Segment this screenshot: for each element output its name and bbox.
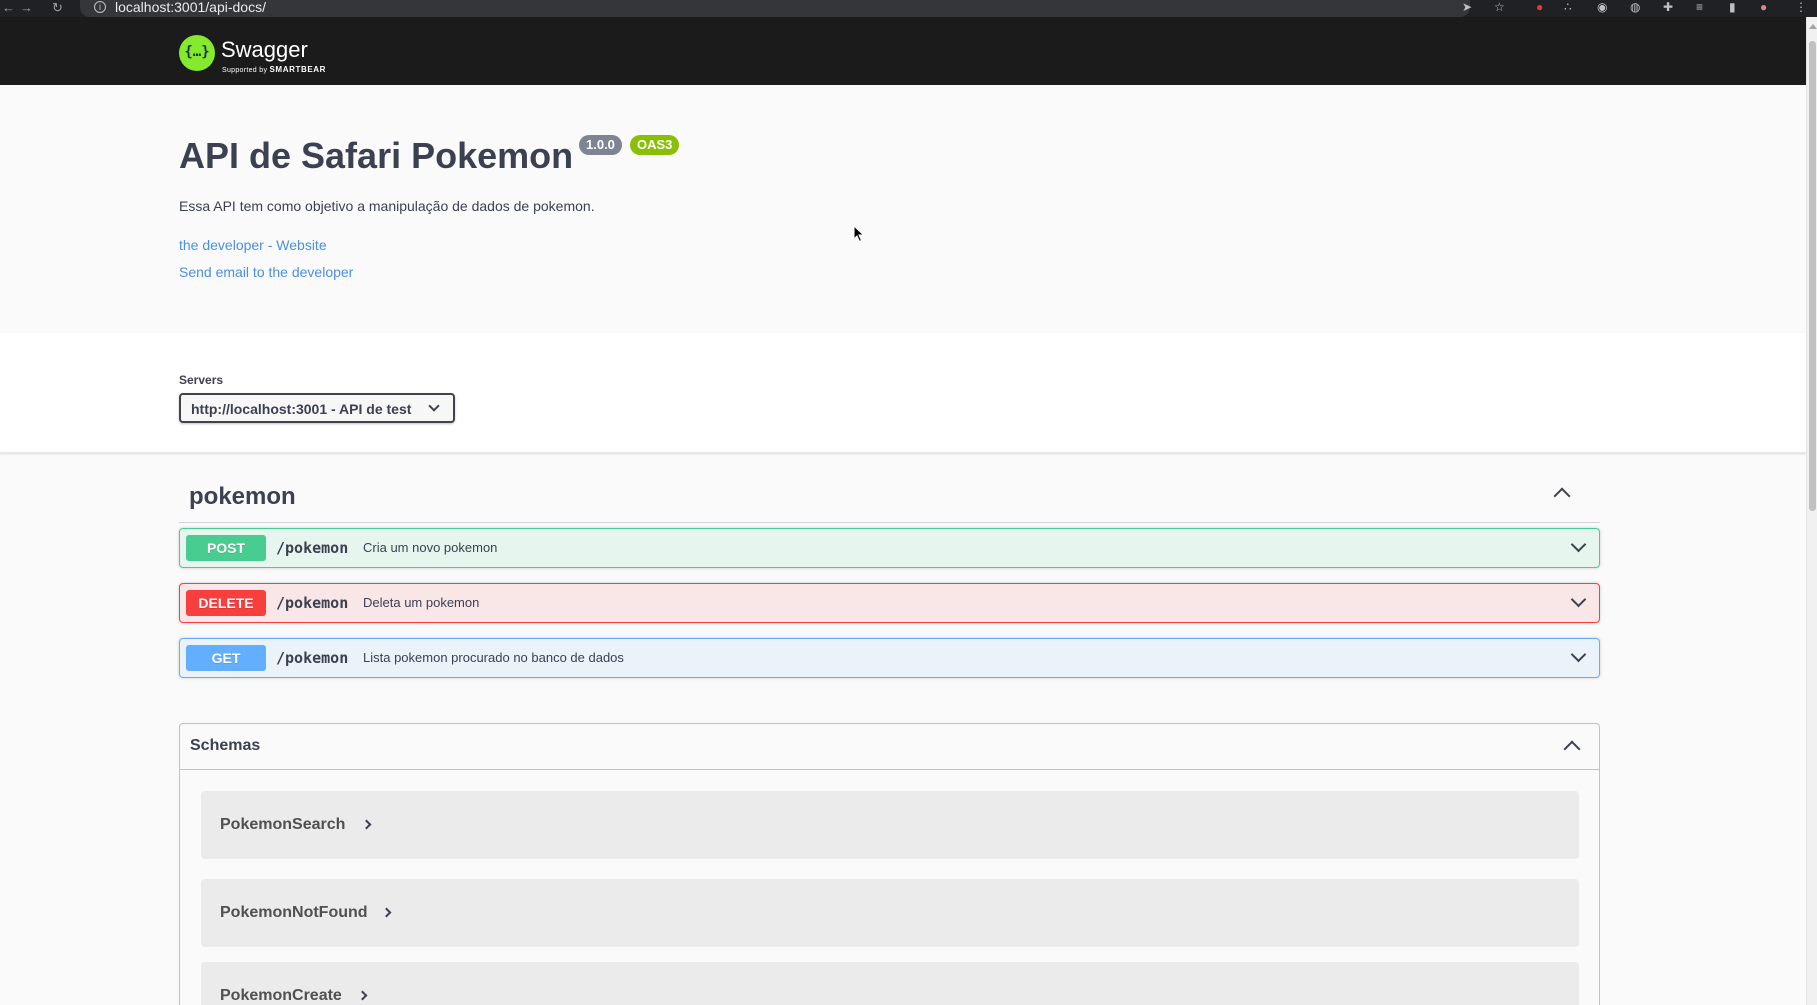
method-badge-delete: DELETE xyxy=(186,590,266,616)
extension-icon[interactable]: ◉ xyxy=(1597,1,1607,13)
info-icon[interactable]: i xyxy=(94,1,106,13)
supported-by-text: Supported by xyxy=(222,67,268,74)
chevron-right-icon[interactable] xyxy=(357,990,368,1001)
server-select[interactable]: http://localhost:3001 - API de test xyxy=(179,393,455,423)
model-pokemon-not-found[interactable]: PokemonNotFound xyxy=(201,879,1579,947)
browser-toolbar: ← → ↻ i localhost:3001/api-docs/ ➤ ☆ ● ∴… xyxy=(0,0,1817,17)
operation-path: /pokemon xyxy=(276,649,349,667)
swagger-page: ← → ↻ i localhost:3001/api-docs/ ➤ ☆ ● ∴… xyxy=(0,0,1817,1005)
extension-icon[interactable]: ◍ xyxy=(1630,1,1640,13)
bookmark-star-icon[interactable]: ☆ xyxy=(1494,1,1505,13)
divider xyxy=(179,522,1600,523)
scroll-up-icon[interactable] xyxy=(1809,24,1817,29)
model-name: PokemonNotFound xyxy=(220,904,368,921)
model-pokemon-search[interactable]: PokemonSearch xyxy=(201,791,1579,859)
arrow-right-icon[interactable]: → xyxy=(20,1,33,14)
scrollbar-thumb[interactable] xyxy=(1809,41,1816,511)
operation-post-pokemon[interactable]: POST /pokemon Cria um novo pokemon xyxy=(179,528,1600,568)
page-scrollbar[interactable] xyxy=(1806,17,1817,1005)
operation-get-pokemon[interactable]: GET /pokemon Lista pokemon procurado no … xyxy=(179,638,1600,678)
operation-path: /pokemon xyxy=(276,594,349,612)
chevron-right-icon[interactable] xyxy=(361,819,372,830)
brand-name: Swagger xyxy=(221,37,308,62)
swagger-logo-glyph: {…} xyxy=(184,44,210,60)
chevron-up-icon[interactable] xyxy=(1563,740,1581,758)
servers-label: Servers xyxy=(179,373,224,387)
operation-summary: Deleta um pokemon xyxy=(363,595,480,610)
schemas-title: Schemas xyxy=(190,737,261,754)
chevron-down-icon[interactable] xyxy=(1570,646,1587,663)
side-panel-icon[interactable]: ▮ xyxy=(1729,1,1736,13)
address-bar[interactable]: i localhost:3001/api-docs/ xyxy=(80,0,1470,17)
servers-section: Servers http://localhost:3001 - API de t… xyxy=(0,333,1806,453)
supported-by: Supported by SMARTBEAR xyxy=(222,66,326,75)
schemas-section: Schemas PokemonSearch PokemonNotFound Po… xyxy=(179,723,1600,1005)
oas-badge: OAS3 xyxy=(630,135,680,155)
chevron-right-icon[interactable] xyxy=(381,907,392,918)
chevron-up-icon[interactable] xyxy=(1553,487,1571,505)
chevron-down-icon xyxy=(428,400,440,412)
version-badge: 1.0.0 xyxy=(579,135,622,155)
more-menu-icon[interactable]: ⋮ xyxy=(1795,1,1807,13)
model-name: PokemonCreate xyxy=(220,987,342,1004)
api-title: API de Safari Pokemon xyxy=(179,135,574,176)
schemas-header[interactable]: Schemas xyxy=(180,724,1599,770)
chevron-down-icon[interactable] xyxy=(1570,591,1587,608)
api-info: API de Safari Pokemon 1.0.0 OAS3 Essa AP… xyxy=(0,85,1806,333)
tag-pokemon-title[interactable]: pokemon xyxy=(189,483,296,511)
operation-delete-pokemon[interactable]: DELETE /pokemon Deleta um pokemon xyxy=(179,583,1600,623)
puzzle-icon[interactable]: ✚ xyxy=(1663,1,1673,13)
swagger-topbar: {…} Swagger Supported by SMARTBEAR xyxy=(0,17,1806,85)
server-select-value: http://localhost:3001 - API de test xyxy=(191,401,412,417)
send-icon[interactable]: ➤ xyxy=(1462,1,1472,13)
developer-email-link[interactable]: Send email to the developer xyxy=(179,263,353,281)
operation-summary: Lista pokemon procurado no banco de dado… xyxy=(363,650,624,665)
chevron-down-icon[interactable] xyxy=(1570,536,1587,553)
method-badge-post: POST xyxy=(186,535,266,561)
operation-summary: Cria um novo pokemon xyxy=(363,540,498,555)
arrow-left-icon[interactable]: ← xyxy=(2,1,15,14)
model-pokemon-create[interactable]: PokemonCreate xyxy=(201,962,1579,1005)
reload-icon[interactable]: ↻ xyxy=(52,1,63,14)
address-url[interactable]: localhost:3001/api-docs/ xyxy=(115,0,266,14)
extension-icon[interactable]: ∴ xyxy=(1564,1,1572,13)
avatar[interactable]: ● xyxy=(1760,1,1767,13)
swagger-logo[interactable]: {…} xyxy=(179,35,215,71)
model-name: PokemonSearch xyxy=(220,816,346,833)
operation-path: /pokemon xyxy=(276,539,349,557)
extension-icon[interactable]: ● xyxy=(1536,1,1543,13)
method-badge-get: GET xyxy=(186,645,266,671)
developer-website-link[interactable]: the developer - Website xyxy=(179,236,327,254)
api-description: Essa API tem como objetivo a manipulação… xyxy=(179,198,595,214)
reading-list-icon[interactable]: ≡ xyxy=(1696,1,1703,13)
smartbear-text: SMARTBEAR xyxy=(269,65,327,74)
